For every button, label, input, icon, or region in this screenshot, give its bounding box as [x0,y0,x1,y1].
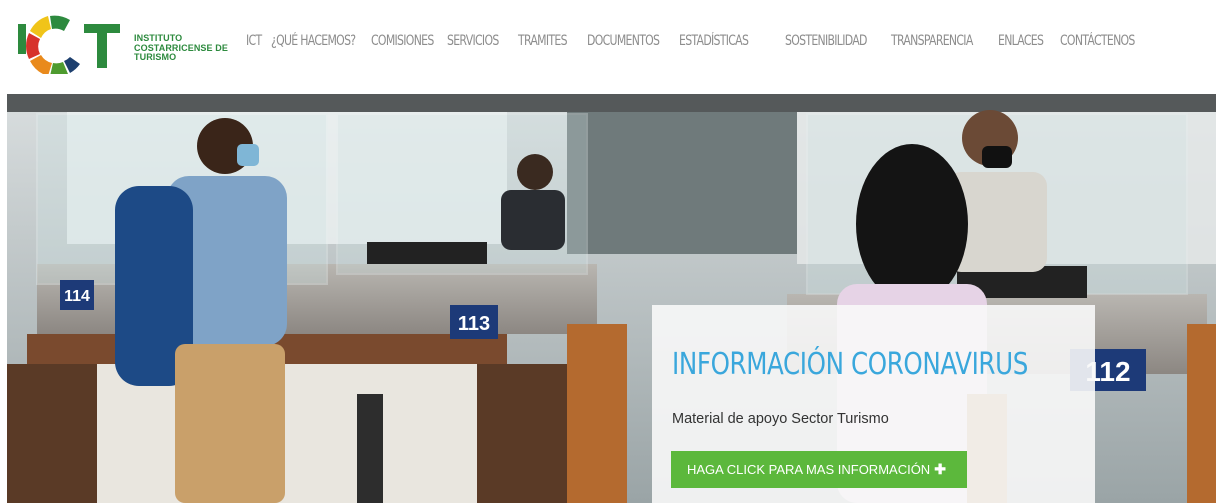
institution-name: INSTITUTO COSTARRICENSE DE TURISMO [134,33,228,63]
nav-documentos[interactable]: DOCUMENTOS [587,33,660,49]
site-header: INSTITUTO COSTARRICENSE DE TURISMO ICT ¿… [0,0,1216,92]
nav-estadisticas[interactable]: ESTADÍSTICAS [679,33,762,49]
nav-servicios[interactable]: SERVICIOS [447,33,502,49]
nav-contactenos[interactable]: CONTÁCTENOS [1060,33,1138,49]
nav-sostenibilidad[interactable]: SOSTENIBILIDAD [785,33,868,49]
nav-que-hacemos[interactable]: ¿QUÉ HACEMOS? [271,33,356,49]
hero-banner: 114 113 112 INFORMACIÓN CORONAVIRUS Mate… [7,94,1216,503]
institution-name-line-3: TURISMO [134,52,177,62]
card-subtitle: Material de apoyo Sector Turismo [672,411,889,427]
nav-enlaces[interactable]: ENLACES [998,33,1046,49]
nav-comisiones[interactable]: COMISIONES [371,33,434,49]
nav-tramites[interactable]: TRAMITES [518,33,572,49]
more-info-button-label: HAGA CLICK PARA MAS INFORMACIÓN [687,462,931,477]
main-nav: ICT ¿QUÉ HACEMOS? COMISIONES SERVICIOS T… [246,33,1160,49]
plus-icon: ✚ [934,461,946,477]
counter-sign-113: 113 [458,313,490,335]
more-info-button[interactable]: HAGA CLICK PARA MAS INFORMACIÓN ✚ [671,451,967,488]
card-title: INFORMACIÓN CORONAVIRUS [672,347,1028,382]
logo-letter-c [26,15,80,74]
nav-transparencia[interactable]: TRANSPARENCIA [891,33,974,49]
logo-letter-i [18,24,26,54]
logo-letter-t [84,24,120,68]
coronavirus-info-card: INFORMACIÓN CORONAVIRUS Material de apoy… [652,305,1095,503]
ict-logo[interactable] [14,8,129,74]
counter-sign-114: 114 [64,288,90,305]
nav-ict[interactable]: ICT [246,33,266,49]
